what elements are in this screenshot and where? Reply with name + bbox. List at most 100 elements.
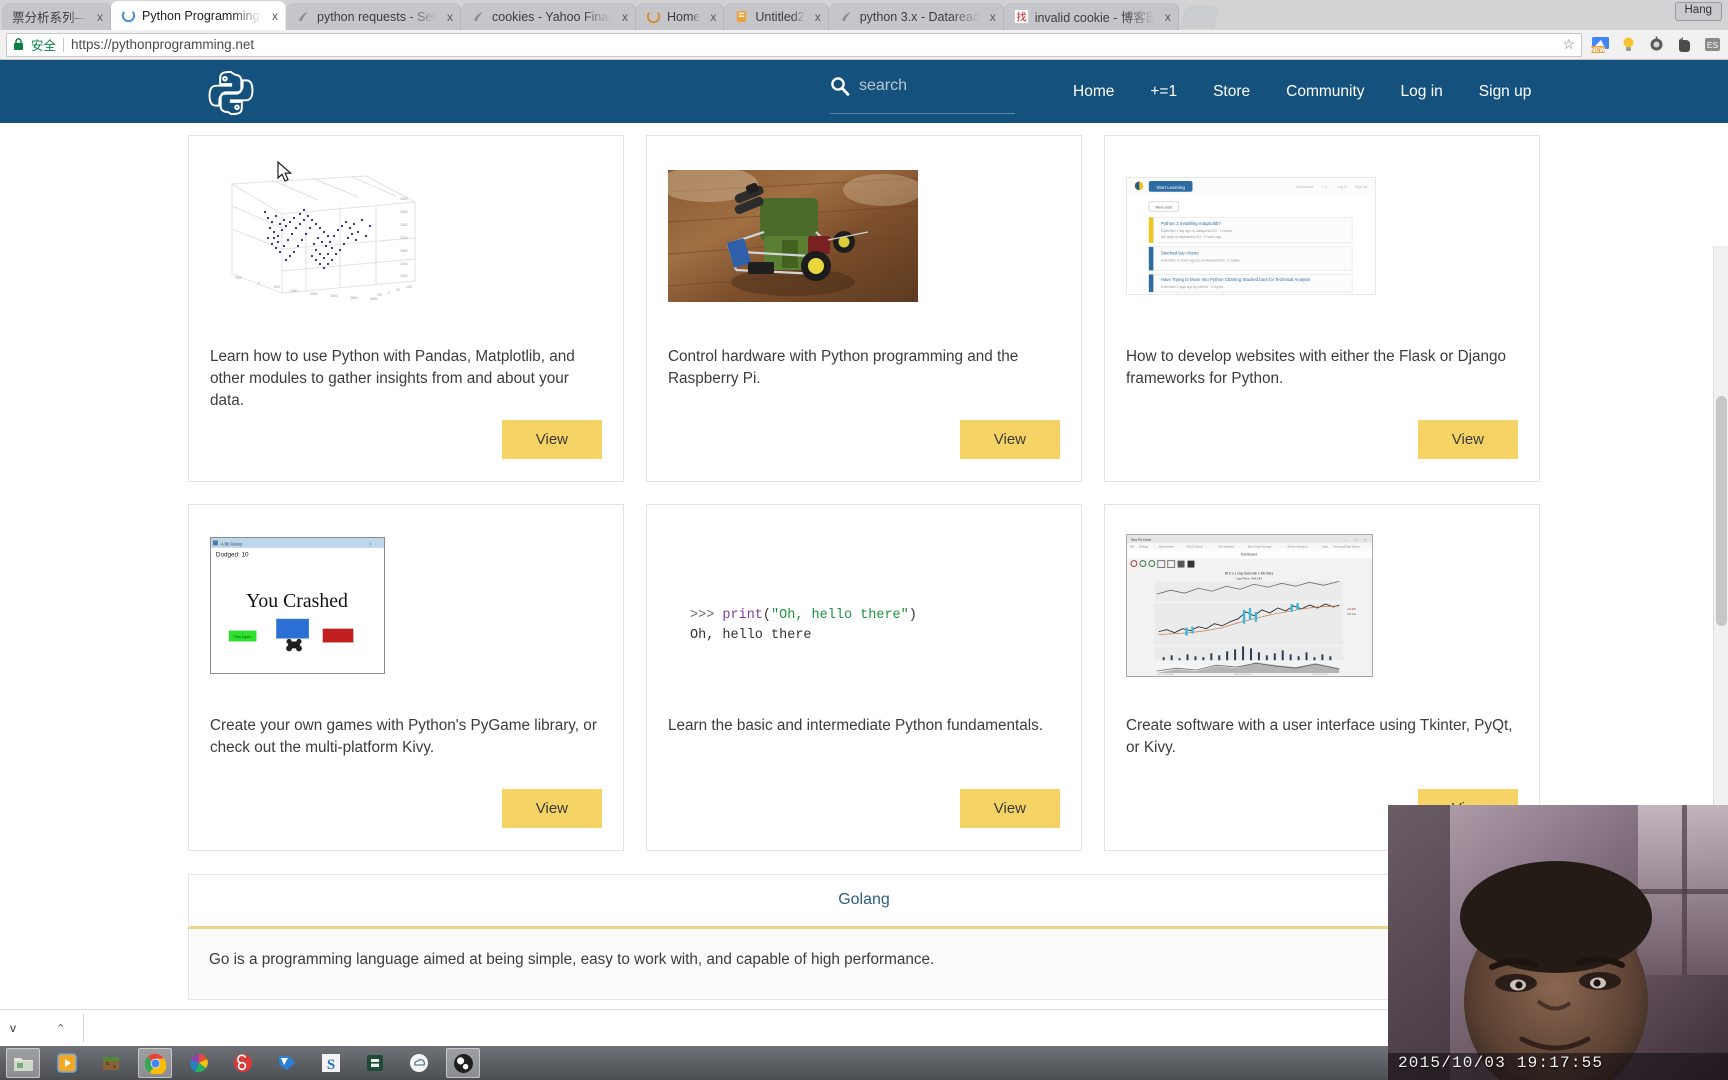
console-function: print	[722, 607, 763, 623]
svg-text:Sea Pit Chart: Sea Pit Chart	[1131, 537, 1151, 541]
card-gui-development[interactable]: Sea Pit Chart – □ × File Settings Data Inter…	[1104, 504, 1540, 851]
card-description: Control hardware with Python programming…	[668, 348, 1019, 388]
netease-music-icon	[234, 1054, 252, 1072]
taskbar-item-netease-music[interactable]	[226, 1048, 260, 1078]
foxmail-icon	[279, 1056, 295, 1070]
url-text[interactable]: https://pythonprogramming.net	[71, 37, 254, 52]
console-output: Oh, hello there	[690, 628, 812, 643]
card-data-analysis[interactable]: 3000 2800 2400 2000 1800 1400 1000 −500 0 500 …	[188, 135, 624, 482]
view-button[interactable]: View	[1417, 420, 1518, 459]
evernote-extension-icon[interactable]	[1675, 35, 1694, 54]
svg-text:A Bit Racey: A Bit Racey	[221, 541, 243, 546]
nav-item-store[interactable]: Store	[1195, 60, 1268, 123]
browser-tab[interactable]: Untitled2 x	[724, 3, 829, 30]
tab-close-icon[interactable]: x	[443, 10, 457, 24]
taskbar-item-file-explorer[interactable]	[6, 1048, 40, 1078]
browser-tab[interactable]: Home x	[636, 3, 725, 30]
svg-text:–: –	[1345, 537, 1347, 541]
svg-text:1000: 1000	[290, 289, 298, 293]
taskbar-item-evernote[interactable]	[358, 1048, 392, 1078]
browser-tab[interactable]: 找 invalid cookie - 博客园 x	[1003, 3, 1179, 30]
download-divider	[83, 1014, 85, 1042]
svg-text:3000: 3000	[400, 197, 408, 201]
nav-item-signup[interactable]: Sign up	[1461, 60, 1550, 123]
browser-tab-strip[interactable]: 票分析系列— x Python Programming T x python r…	[0, 0, 1728, 30]
golang-description: Go is a programming language aimed at be…	[188, 929, 1540, 1000]
jupyter-icon	[737, 10, 747, 23]
taskbar-item-cloud-sync[interactable]	[402, 1048, 436, 1078]
download-item[interactable]: v ⌃	[2, 1018, 73, 1038]
card-media: Sea Pit Chart – □ × File Settings Data Inter…	[1126, 525, 1518, 685]
tab-title: Python Programming T	[142, 8, 263, 23]
svg-text:New post: New post	[1155, 204, 1172, 209]
nav-item-login[interactable]: Log in	[1383, 60, 1461, 123]
view-button[interactable]: View	[501, 420, 602, 459]
svg-text:500: 500	[274, 285, 280, 289]
taskbar-item-media-player[interactable]	[50, 1048, 84, 1078]
card-media: 3000 2800 2400 2000 1800 1400 1000 −500 0 500 …	[210, 156, 602, 316]
browser-tab[interactable]: 票分析系列— x	[2, 3, 112, 30]
nav-item-plusequals1[interactable]: +=1	[1132, 60, 1195, 123]
svg-text:2015-10-03 20:00: 2015-10-03 20:00	[1311, 674, 1329, 676]
color-wheel-icon	[189, 1054, 208, 1073]
browser-tab-active[interactable]: Python Programming T x	[111, 1, 287, 30]
svg-text:Last Price: 244.143: Last Price: 244.143	[1236, 576, 1262, 580]
tor-onion-extension-icon[interactable]	[1647, 35, 1666, 54]
card-raspberry-pi[interactable]: Control hardware with Python programming…	[646, 135, 1082, 482]
webcam-timestamp: 2015/10/03 19:17:55	[1398, 1054, 1604, 1072]
card-description: How to develop websites with either the …	[1126, 348, 1507, 388]
taskbar-item-sogou[interactable]: S	[314, 1048, 348, 1078]
nav-item-home[interactable]: Home	[1055, 60, 1132, 123]
svg-text:−50: −50	[376, 293, 382, 297]
star-icon[interactable]: ☆	[1562, 36, 1575, 53]
scrollbar-thumb[interactable]	[1716, 396, 1727, 626]
minecraft-icon	[103, 1057, 119, 1070]
browser-tab[interactable]: python 3.x - Datareade x	[828, 3, 1004, 30]
python-logo-icon[interactable]	[205, 67, 257, 124]
tab-close-icon[interactable]: x	[811, 10, 825, 24]
nav-item-community[interactable]: Community	[1268, 60, 1382, 123]
view-button[interactable]: View	[501, 789, 602, 828]
view-button[interactable]: View	[959, 420, 1060, 459]
svg-text:Start Learning: Start Learning	[1156, 185, 1185, 190]
loading-spinner-icon	[646, 9, 661, 24]
card-media: A Bit Racey × Dodged: 10 You Crashed Pla…	[210, 525, 602, 685]
lock-icon	[14, 38, 23, 50]
new-tab-button[interactable]	[1179, 6, 1220, 28]
card-description: Learn how to use Python with Pandas, Mat…	[210, 348, 575, 410]
browser-tab[interactable]: python requests - Self x	[286, 3, 462, 30]
card-web-development[interactable]: Start Learning Dashboard +=1 Log in Sign u…	[1104, 135, 1540, 482]
card-game-development[interactable]: A Bit Racey × Dodged: 10 You Crashed Pla…	[188, 504, 624, 851]
card-python-fundamentals[interactable]: >>> print("Oh, hello there") Oh, hello t…	[646, 504, 1082, 851]
address-bar[interactable]: 安全 https://pythonprogramming.net ☆	[6, 32, 1582, 57]
taskbar-item-minecraft[interactable]	[94, 1048, 128, 1078]
card-footer: View	[1126, 420, 1518, 459]
svg-text:Exchange/Data Source: Exchange/Data Source	[1333, 544, 1360, 548]
chrome-icon	[144, 1053, 166, 1074]
tab-close-icon[interactable]: x	[618, 10, 632, 24]
search-input[interactable]: search	[830, 76, 1015, 114]
svg-text:NEW: NEW	[1591, 47, 1605, 54]
tab-close-icon[interactable]: x	[1161, 10, 1175, 24]
tab-close-icon[interactable]: x	[706, 10, 720, 24]
svg-text:Top Indicators: Top Indicators	[1218, 544, 1235, 548]
taskbar-item-chrome[interactable]	[138, 1048, 172, 1078]
lightbulb-extension-icon[interactable]	[1619, 35, 1638, 54]
view-button[interactable]: View	[959, 789, 1060, 828]
svg-text:244.143: 244.143	[1347, 612, 1356, 615]
tab-close-icon[interactable]: x	[93, 10, 107, 24]
chevron-up-icon[interactable]: ⌃	[56, 1022, 65, 1035]
svg-text:Submitted 14 hours ago by chim: Submitted 14 hours ago by chimedesmit123…	[1161, 259, 1240, 263]
taskbar-item-foxmail[interactable]	[270, 1048, 304, 1078]
secure-label: 安全	[31, 39, 57, 53]
browser-tab[interactable]: cookies - Yahoo Finan x	[461, 3, 637, 30]
taskbar-item-obs-studio[interactable]	[446, 1048, 480, 1078]
taskbar-item-color-wheel[interactable]	[182, 1048, 216, 1078]
card-description: Create software with a user interface us…	[1126, 717, 1513, 757]
hang-window-button[interactable]: Hang	[1674, 2, 1722, 21]
es-extension-icon[interactable]: ES	[1703, 35, 1722, 54]
tab-close-icon[interactable]: x	[268, 9, 282, 23]
translate-extension-icon[interactable]: NEW	[1591, 35, 1610, 54]
tab-close-icon[interactable]: x	[986, 10, 1000, 24]
svg-text:2500: 2500	[350, 296, 358, 300]
